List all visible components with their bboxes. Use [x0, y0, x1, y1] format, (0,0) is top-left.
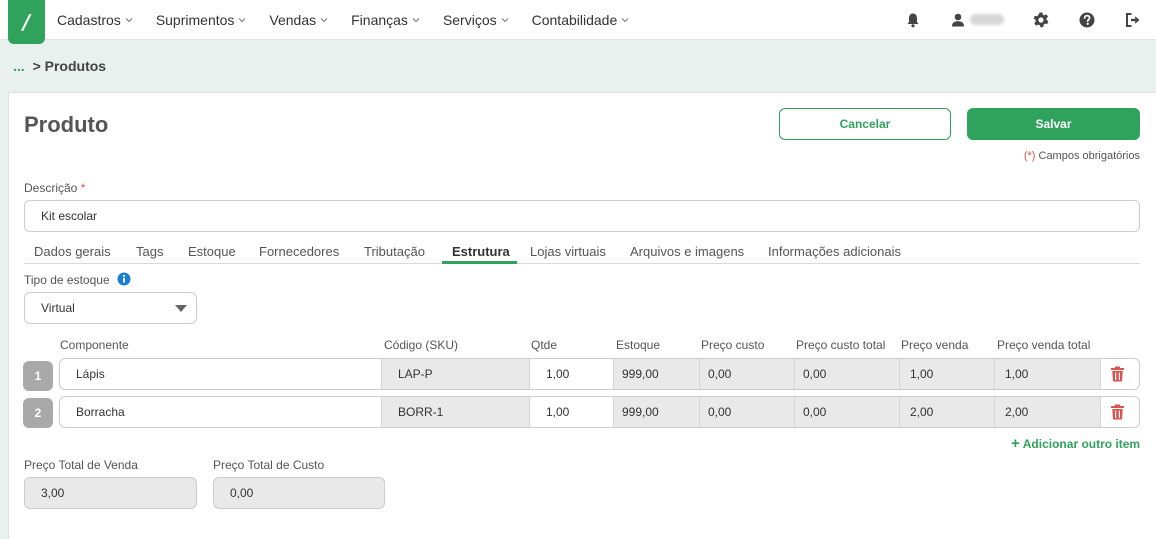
- tab-lojas-virtuais[interactable]: Lojas virtuais: [530, 244, 606, 259]
- gear-icon[interactable]: [1032, 11, 1050, 29]
- menu-label: Finanças: [351, 12, 408, 28]
- tab-fornecedores[interactable]: Fornecedores: [259, 244, 339, 259]
- caret-down-icon: [175, 305, 187, 312]
- required-fields-note: (*) Campos obrigatórios: [1024, 150, 1140, 162]
- table-row: Lápis LAP-P 1,00 999,00 0,00 0,00 1,00 1…: [59, 358, 1140, 390]
- help-icon[interactable]: [1078, 11, 1096, 29]
- preco-custo-cell: 0,00: [700, 359, 795, 389]
- total-custo-field: 0,00: [213, 477, 385, 509]
- chevron-down-icon: [239, 18, 246, 23]
- required-star: *: [80, 181, 86, 195]
- componente-input[interactable]: Borracha: [60, 397, 382, 427]
- user-name-blurred[interactable]: [970, 14, 1004, 25]
- preco-custo-total-cell: 0,00: [795, 359, 900, 389]
- menu-vendas[interactable]: Vendas: [269, 12, 328, 28]
- user-icon[interactable]: [949, 11, 967, 29]
- chevron-down-icon: [412, 18, 420, 23]
- column-header-qtde: Qtde: [531, 338, 558, 352]
- breadcrumb-ellipsis[interactable]: ...: [13, 58, 25, 74]
- active-tab-indicator: [442, 261, 517, 264]
- breadcrumb-separator: >: [32, 58, 41, 74]
- product-tabs: Dados gerais Tags Estoque Fornecedores T…: [24, 240, 1140, 264]
- stock-type-value: Virtual: [41, 301, 75, 315]
- logout-icon[interactable]: [1124, 11, 1142, 29]
- preco-venda-total-cell: 1,00: [995, 359, 1101, 389]
- table-row: Borracha BORR-1 1,00 999,00 0,00 0,00 2,…: [59, 396, 1140, 428]
- breadcrumb-current: Produtos: [44, 58, 107, 74]
- menu-servicos[interactable]: Serviços: [443, 12, 509, 28]
- chevron-down-icon: [125, 18, 133, 23]
- preco-venda-cell: 1,00: [900, 359, 995, 389]
- estoque-cell: 999,00: [614, 397, 700, 427]
- bell-icon[interactable]: [904, 11, 922, 29]
- tab-informacoes-adicionais[interactable]: Informações adicionais: [768, 244, 901, 259]
- menu-cadastros[interactable]: Cadastros: [57, 12, 133, 28]
- save-button[interactable]: Salvar: [967, 108, 1140, 140]
- preco-custo-total-cell: 0,00: [795, 397, 900, 427]
- sku-cell: BORR-1: [382, 397, 530, 427]
- menu-suprimentos[interactable]: Suprimentos: [156, 12, 247, 28]
- tab-tributacao[interactable]: Tributação: [364, 244, 425, 259]
- column-header-componente: Componente: [60, 338, 129, 352]
- cancel-button[interactable]: Cancelar: [779, 108, 951, 140]
- main-menu: Cadastros Suprimentos Vendas Finanças Se…: [57, 0, 652, 40]
- tab-estoque[interactable]: Estoque: [188, 244, 236, 259]
- stock-type-label: Tipo de estoque: [24, 273, 110, 287]
- trash-icon[interactable]: [1110, 404, 1125, 420]
- column-header-preco-custo: Preço custo: [701, 338, 765, 352]
- total-venda-label: Preço Total de Venda: [24, 458, 138, 472]
- plus-icon: +: [1011, 435, 1020, 452]
- chevron-down-icon: [320, 18, 328, 23]
- preco-venda-total-cell: 2,00: [995, 397, 1101, 427]
- componente-input[interactable]: Lápis: [60, 359, 382, 389]
- menu-label: Serviços: [442, 12, 497, 28]
- tab-estrutura[interactable]: Estrutura: [452, 244, 510, 259]
- column-header-preco-venda-total: Preço venda total: [997, 338, 1091, 352]
- page-title: Produto: [24, 112, 109, 137]
- logo-mark: /: [22, 10, 31, 34]
- menu-label: Contabilidade: [531, 12, 618, 28]
- add-item-label: Adicionar outro item: [1022, 437, 1141, 451]
- description-input[interactable]: Kit escolar: [24, 200, 1140, 232]
- total-venda-field: 3,00: [24, 477, 197, 509]
- description-label-text: Descrição: [24, 181, 78, 195]
- description-label: Descrição *: [24, 181, 85, 195]
- top-navbar: / Cadastros Suprimentos Vendas Finanças …: [0, 0, 1156, 44]
- column-header-estoque: Estoque: [616, 338, 661, 352]
- sku-cell: LAP-P: [382, 359, 530, 389]
- trash-icon[interactable]: [1110, 366, 1125, 382]
- column-header-preco-custo-total: Preço custo total: [796, 338, 886, 352]
- estoque-cell: 999,00: [614, 359, 700, 389]
- menu-financas[interactable]: Finanças: [351, 12, 420, 28]
- chevron-down-icon: [621, 18, 629, 23]
- add-item-link[interactable]: + Adicionar outro item: [1011, 435, 1140, 452]
- tab-arquivos-e-imagens[interactable]: Arquivos e imagens: [630, 244, 744, 259]
- column-header-preco-venda: Preço venda: [901, 338, 969, 352]
- stock-type-select[interactable]: Virtual: [24, 292, 197, 324]
- row-number-badge[interactable]: 1: [23, 361, 53, 391]
- chevron-down-icon: [501, 18, 508, 23]
- preco-custo-cell: 0,00: [700, 397, 795, 427]
- preco-venda-cell: 2,00: [900, 397, 995, 427]
- qtde-input[interactable]: 1,00: [530, 359, 614, 389]
- app-logo[interactable]: /: [8, 0, 45, 44]
- row-number-badge[interactable]: 2: [23, 398, 53, 428]
- menu-label: Suprimentos: [155, 12, 235, 28]
- tab-dados-gerais[interactable]: Dados gerais: [34, 244, 111, 259]
- breadcrumb: ... > Produtos: [13, 58, 106, 74]
- menu-contabilidade[interactable]: Contabilidade: [532, 12, 630, 28]
- menu-label: Vendas: [269, 12, 317, 28]
- qtde-input[interactable]: 1,00: [530, 397, 614, 427]
- tab-tags[interactable]: Tags: [136, 244, 163, 259]
- required-note-text: Campos obrigatórios: [1038, 150, 1141, 162]
- total-custo-label: Preço Total de Custo: [213, 458, 325, 472]
- column-header-sku: Código (SKU): [384, 338, 459, 352]
- menu-label: Cadastros: [57, 12, 121, 28]
- info-icon[interactable]: [117, 272, 131, 286]
- required-star: (*): [1023, 150, 1036, 162]
